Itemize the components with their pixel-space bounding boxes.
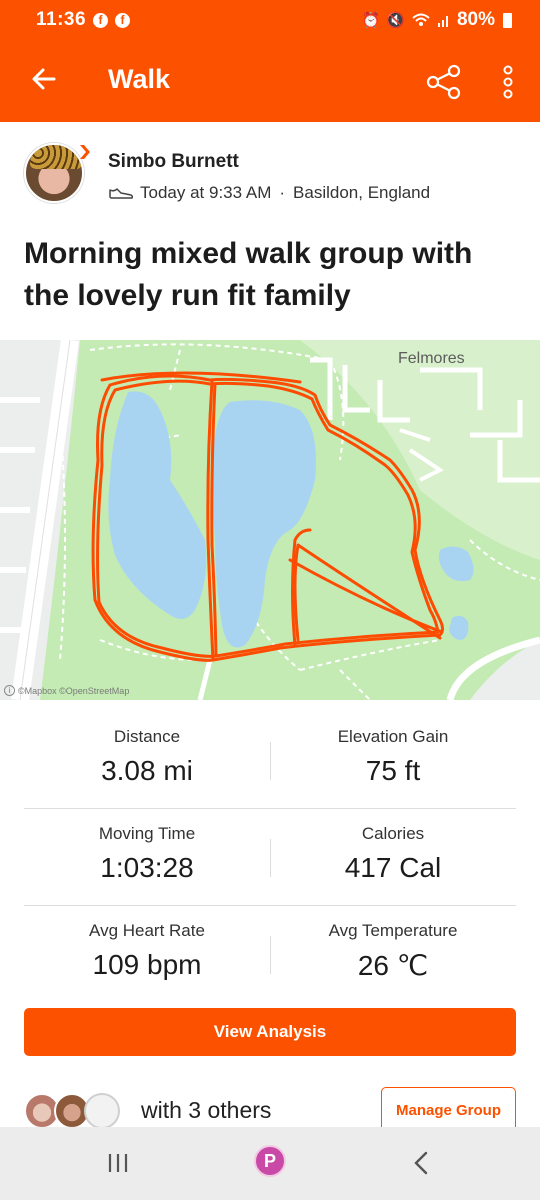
battery-icon: [503, 12, 512, 28]
system-nav-bar: P: [0, 1127, 540, 1200]
view-analysis-button[interactable]: View Analysis: [24, 1008, 516, 1056]
signal-icon: [437, 16, 448, 27]
activity-location: Basildon, England: [293, 183, 431, 202]
stat-label: Avg Temperature: [328, 921, 458, 940]
more-vertical-icon[interactable]: [494, 62, 522, 102]
app-bar: Walk: [0, 40, 540, 122]
battery-percent: 80%: [456, 9, 495, 30]
status-time: 11:36: [36, 9, 87, 30]
page-title: Walk: [108, 64, 171, 94]
map-attribution-text: ©Mapbox ©OpenStreetMap: [18, 685, 130, 696]
avatar-placeholder: [84, 1093, 120, 1129]
stat-calories: Calories 417 Cal: [270, 824, 516, 884]
activity-screen: 11:36 f f ⏰ 🔇 80% Walk Simbo Burnett Tod…: [0, 0, 540, 1200]
mute-icon: 🔇: [386, 12, 405, 29]
map-attribution[interactable]: i ©Mapbox ©OpenStreetMap: [4, 685, 129, 696]
stat-avg-heart-rate: Avg Heart Rate 109 bpm: [24, 921, 270, 981]
stats-row: Avg Heart Rate 109 bpm Avg Temperature 2…: [24, 906, 516, 1003]
stats-grid: Distance 3.08 mi Elevation Gain 75 ft Mo…: [24, 712, 516, 1003]
stat-label: Calories: [361, 824, 425, 843]
activity-meta: Today at 9:33 AM · Basildon, England: [108, 183, 430, 203]
stat-label: Avg Heart Rate: [89, 921, 205, 940]
athlete-avatar[interactable]: [24, 143, 90, 207]
alarm-icon: ⏰: [361, 12, 381, 29]
shoe-icon: [109, 188, 134, 199]
stat-label: Elevation Gain: [337, 727, 449, 746]
map-canvas: [0, 340, 540, 700]
meta-separator: ·: [279, 183, 286, 202]
facebook-notification-icon: f: [93, 12, 109, 28]
info-icon: i: [4, 685, 15, 696]
arrow-left-icon[interactable]: [28, 63, 60, 95]
activity-datetime: Today at 9:33 AM: [140, 183, 272, 202]
athlete-name[interactable]: Simbo Burnett: [108, 151, 239, 173]
stat-moving-time: Moving Time 1:03:28: [24, 824, 270, 884]
stat-value: 26 ℃: [357, 950, 429, 981]
stat-label: Distance: [113, 727, 181, 746]
stats-row: Moving Time 1:03:28 Calories 417 Cal: [24, 809, 516, 906]
chevron-left-icon[interactable]: [410, 1149, 432, 1177]
stats-row: Distance 3.08 mi Elevation Gain 75 ft: [24, 712, 516, 809]
stat-avg-temperature: Avg Temperature 26 ℃: [270, 921, 516, 982]
status-bar: 11:36 f f ⏰ 🔇 80%: [0, 0, 540, 40]
facebook-notification-icon: f: [115, 12, 131, 28]
stat-value: 75 ft: [365, 755, 421, 786]
home-icon[interactable]: P: [254, 1145, 286, 1177]
activity-title: Morning mixed walk group with the lovely…: [24, 237, 473, 312]
route-map[interactable]: Felmores i ©Mapbox ©OpenStreetMap: [0, 340, 540, 700]
stat-value: 417 Cal: [344, 852, 442, 883]
map-place-label: Felmores: [398, 350, 465, 367]
stat-label: Moving Time: [98, 824, 196, 843]
group-avatars[interactable]: [24, 1093, 124, 1129]
share-icon[interactable]: [424, 62, 464, 102]
stat-value: 109 bpm: [92, 949, 202, 980]
strava-badge-icon: [74, 145, 90, 159]
wifi-icon: [412, 13, 430, 26]
stat-distance: Distance 3.08 mi: [24, 727, 270, 787]
recents-icon[interactable]: [104, 1151, 132, 1175]
status-icons: ⏰ 🔇 80%: [362, 9, 512, 31]
stat-elevation-gain: Elevation Gain 75 ft: [270, 727, 516, 787]
stat-value: 3.08 mi: [101, 755, 193, 786]
stat-value: 1:03:28: [100, 852, 194, 883]
group-members-text[interactable]: with 3 others: [141, 1097, 271, 1124]
